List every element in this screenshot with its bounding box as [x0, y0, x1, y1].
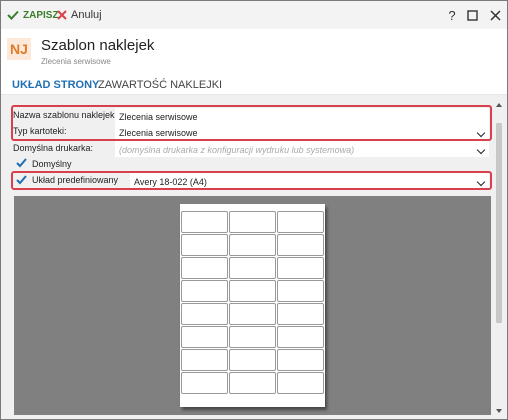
maximize-button[interactable]	[463, 6, 481, 24]
scroll-up-icon[interactable]	[496, 103, 502, 107]
sticker-cell	[229, 280, 276, 302]
default-printer-placeholder: (domyślna drukarka z konfiguracji wydruk…	[119, 145, 355, 155]
a4-sheet	[180, 204, 325, 407]
sticker-cell	[277, 349, 324, 371]
sticker-cell	[181, 372, 228, 394]
sticker-cell	[181, 211, 228, 233]
page-preview	[14, 196, 491, 415]
page-header: NJ Szablon naklejek Zlecenia serwisowe	[1, 29, 507, 71]
sticker-cell	[277, 280, 324, 302]
maximize-icon	[466, 9, 478, 21]
sticker-cell	[277, 326, 324, 348]
default-checkbox-label: Domyślny	[32, 159, 72, 169]
sticker-cell	[277, 303, 324, 325]
default-printer-label: Domyślna drukarka:	[13, 143, 94, 153]
default-printer-row: Domyślna drukarka: (domyślna drukarka z …	[13, 141, 489, 157]
default-printer-select[interactable]: (domyślna drukarka z konfiguracji wydruk…	[115, 141, 489, 157]
close-icon	[489, 9, 501, 21]
sticker-cell	[229, 257, 276, 279]
sticker-cell	[229, 303, 276, 325]
sticker-cell	[229, 349, 276, 371]
module-badge: NJ	[7, 38, 31, 60]
sticker-cell	[277, 372, 324, 394]
close-button[interactable]	[486, 6, 504, 24]
question-icon: ?	[448, 7, 456, 23]
tab-bar: UKŁAD STRONY ZAWARTOŚĆ NAKLEJKI	[1, 75, 507, 97]
sticker-cell	[229, 234, 276, 256]
cancel-label: Anuluj	[71, 9, 102, 21]
sticker-template-window: ZAPISZ Anuluj ? NJ Szablon naklejek Zlec…	[0, 0, 508, 420]
cancel-button[interactable]: Anuluj	[57, 7, 102, 23]
sticker-cell	[229, 211, 276, 233]
tab-page-layout[interactable]: UKŁAD STRONY	[8, 79, 103, 97]
page-title: Szablon naklejek	[41, 37, 155, 54]
save-button[interactable]: ZAPISZ	[7, 7, 59, 23]
form-area: Nazwa szablonu naklejek: Zlecenia serwis…	[1, 95, 507, 419]
sticker-cell	[229, 326, 276, 348]
checkmark-icon	[16, 158, 27, 168]
sticker-cell	[181, 257, 228, 279]
x-icon	[57, 10, 67, 20]
toolbar: ZAPISZ Anuluj ?	[1, 1, 507, 29]
sticker-cell	[181, 234, 228, 256]
sticker-cell	[181, 349, 228, 371]
page-subtitle: Zlecenia serwisowe	[41, 57, 111, 66]
help-button[interactable]: ?	[443, 6, 461, 24]
sticker-cell	[181, 280, 228, 302]
sticker-cell	[181, 326, 228, 348]
tab-sticker-content[interactable]: ZAWARTOŚĆ NAKLEJKI	[98, 79, 222, 91]
scroll-down-icon[interactable]	[496, 409, 502, 413]
highlight-box-name-type	[11, 105, 492, 141]
chevron-down-icon	[476, 145, 486, 155]
vertical-scrollbar[interactable]	[494, 99, 504, 417]
sticker-cell	[181, 303, 228, 325]
sticker-cell	[277, 211, 324, 233]
sticker-cell	[277, 257, 324, 279]
save-label: ZAPISZ	[23, 9, 59, 21]
check-icon	[7, 10, 19, 20]
scrollbar-thumb[interactable]	[496, 123, 502, 323]
sticker-cell	[229, 372, 276, 394]
highlight-box-layout	[11, 171, 492, 190]
sticker-cell	[277, 234, 324, 256]
